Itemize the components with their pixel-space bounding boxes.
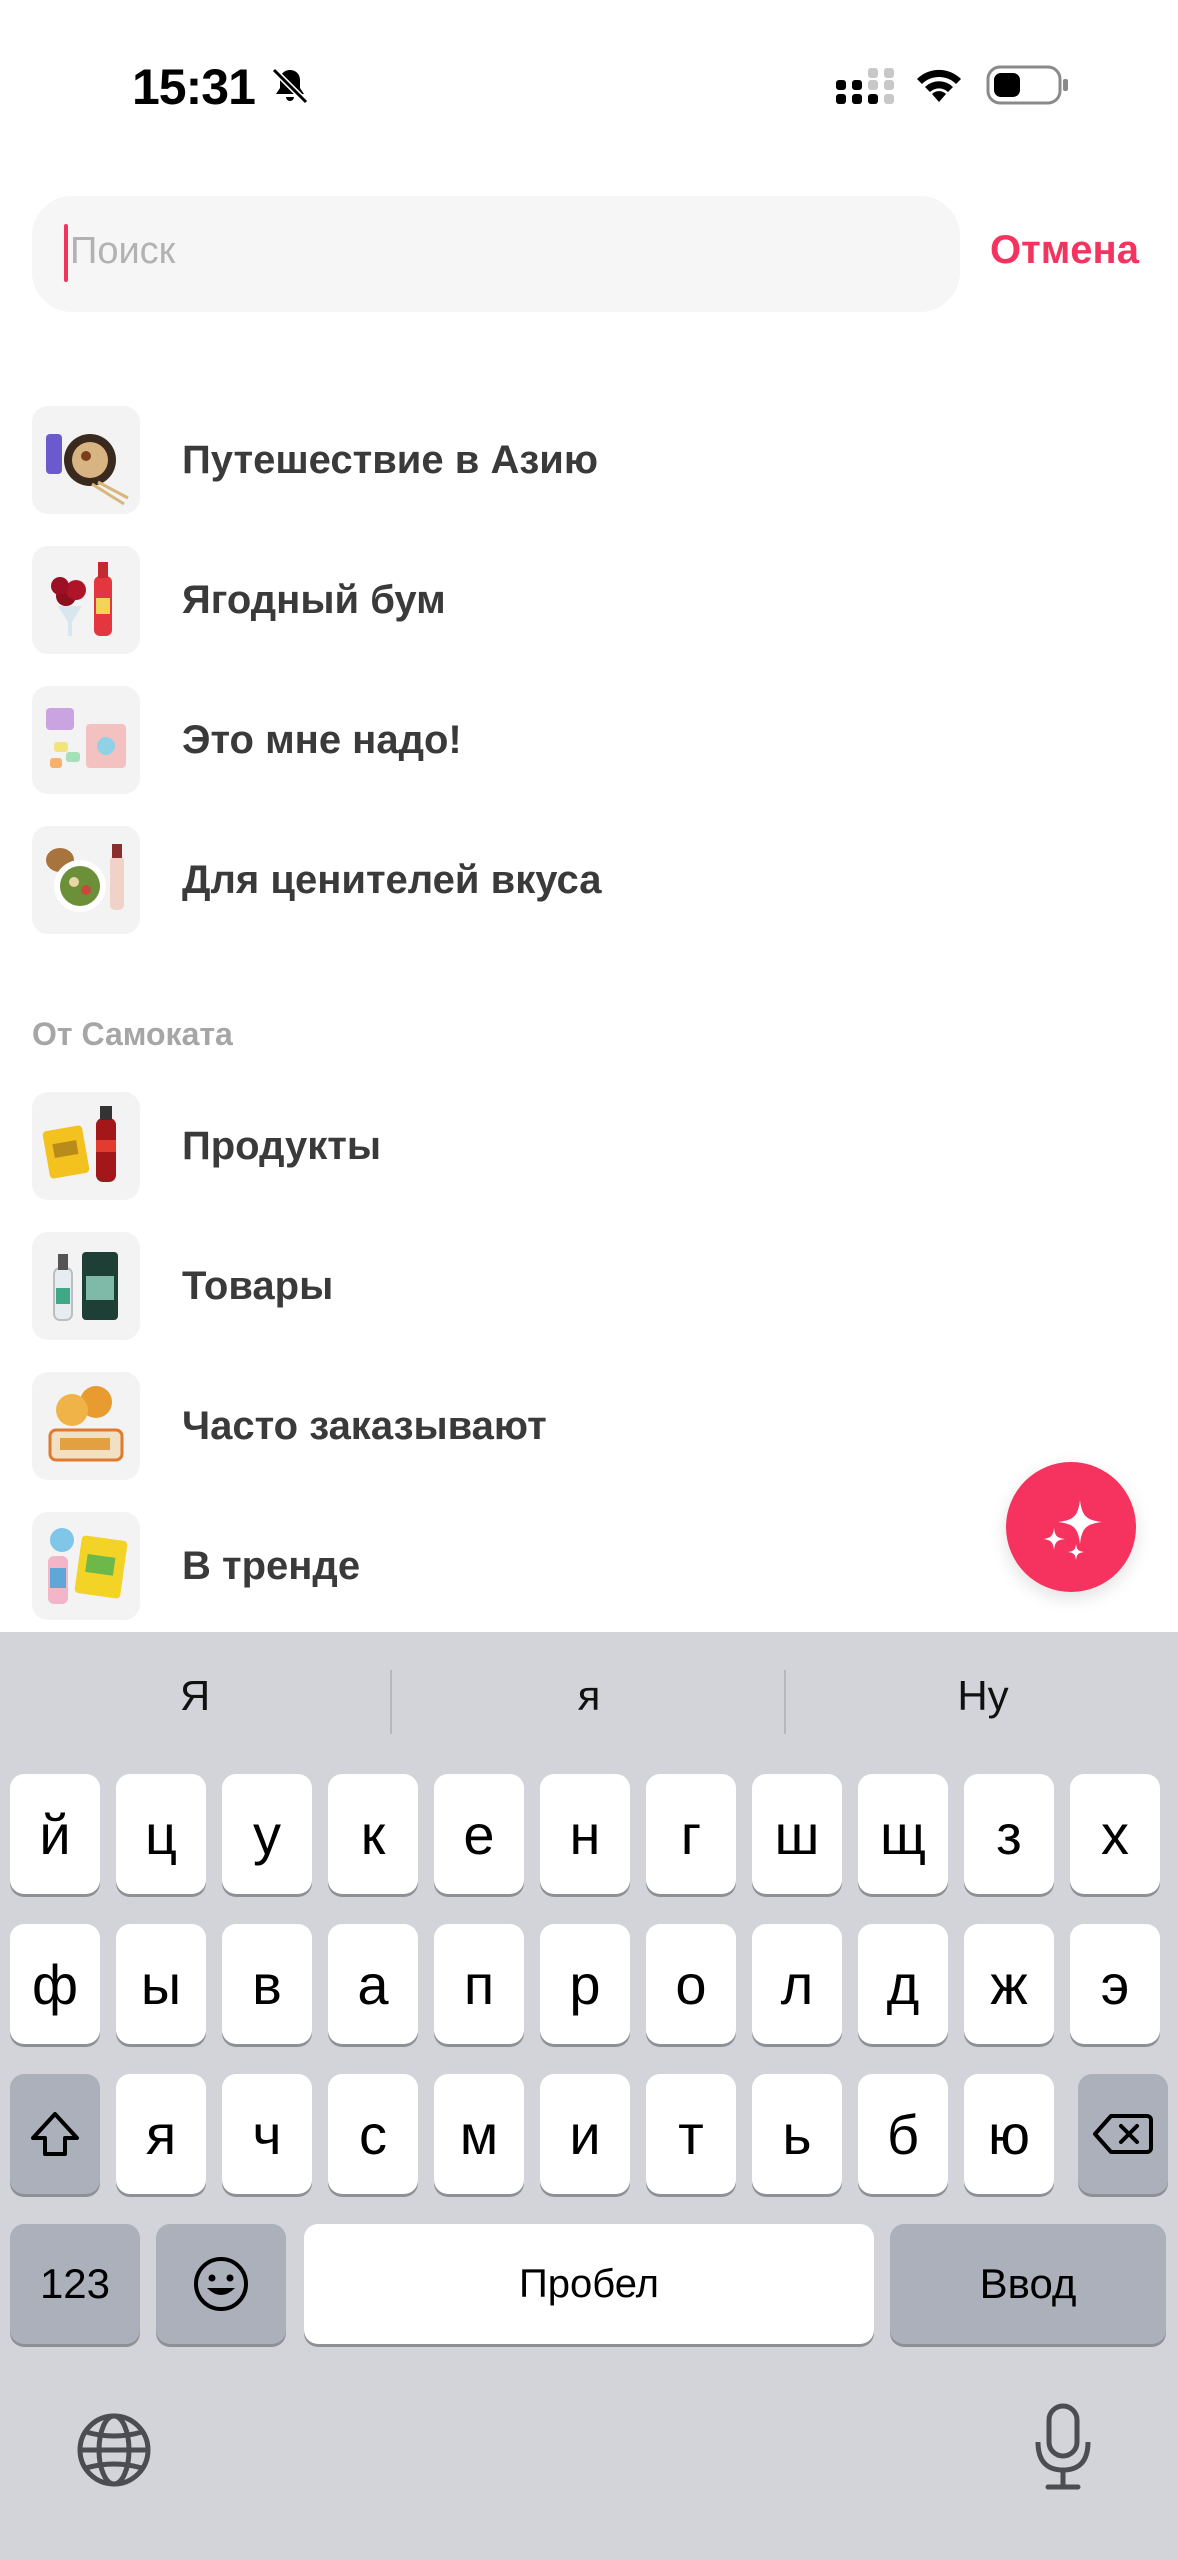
key[interactable]: б [858, 2074, 948, 2194]
sparkles-icon [1043, 1500, 1102, 1560]
globe-icon[interactable] [74, 2410, 154, 2490]
key[interactable]: х [1070, 1774, 1160, 1894]
list-item-label: Путешествие в Азию [182, 437, 598, 482]
trending-thumbnail [32, 1512, 140, 1620]
emoji-key[interactable] [156, 2224, 286, 2344]
search-placeholder: Поиск [70, 230, 176, 272]
microphone-icon[interactable] [1030, 2402, 1096, 2492]
cancel-button[interactable]: Отмена [990, 228, 1139, 273]
key[interactable]: з [964, 1774, 1054, 1894]
stationery-thumbnail [32, 686, 140, 794]
emoji-icon [194, 2257, 248, 2311]
backspace-icon [1093, 2114, 1153, 2154]
shift-icon [31, 2112, 79, 2156]
key[interactable]: с [328, 2074, 418, 2194]
numbers-key[interactable]: 123 [10, 2224, 140, 2344]
list-item-groceries[interactable]: Продукты [32, 1092, 1132, 1200]
list-item-label: Для ценителей вкуса [182, 857, 602, 902]
key[interactable]: ч [222, 2074, 312, 2194]
suggestion-3[interactable]: Ну [788, 1672, 1178, 1720]
popular-thumbnail [32, 1372, 140, 1480]
goods-thumbnail [32, 1232, 140, 1340]
suggestion-bar: Я я Ну [0, 1632, 1178, 1772]
key[interactable]: ь [752, 2074, 842, 2194]
list-item-trending[interactable]: В тренде [32, 1512, 1132, 1620]
key[interactable]: в [222, 1924, 312, 2044]
list-item-label: Часто заказывают [182, 1403, 547, 1448]
bell-muted-icon [271, 67, 309, 105]
key[interactable]: м [434, 2074, 524, 2194]
battery-icon [986, 65, 1068, 105]
key[interactable]: д [858, 1924, 948, 2044]
shift-key[interactable] [10, 2074, 100, 2194]
key[interactable]: а [328, 1924, 418, 2044]
section-header: От Самоката [32, 1016, 233, 1052]
suggestion-divider [390, 1670, 392, 1734]
key[interactable]: н [540, 1774, 630, 1894]
key[interactable]: ж [964, 1924, 1054, 2044]
list-item-label: Это мне надо! [182, 717, 462, 762]
list-item-popular[interactable]: Часто заказывают [32, 1372, 1132, 1480]
list-item-goods[interactable]: Товары [32, 1232, 1132, 1340]
list-item-label: Товары [182, 1263, 334, 1308]
list-item-berries[interactable]: Ягодный бум [32, 546, 1132, 654]
asia-food-thumbnail [32, 406, 140, 514]
key[interactable]: ю [964, 2074, 1054, 2194]
key[interactable]: е [434, 1774, 524, 1894]
space-key[interactable]: Пробел [304, 2224, 874, 2344]
groceries-thumbnail [32, 1092, 140, 1200]
key[interactable]: я [116, 2074, 206, 2194]
text-cursor [64, 224, 68, 282]
key[interactable]: щ [858, 1774, 948, 1894]
key[interactable]: ш [752, 1774, 842, 1894]
key[interactable]: и [540, 2074, 630, 2194]
suggestion-divider [784, 1670, 786, 1734]
list-item-label: Ягодный бум [182, 577, 446, 622]
wifi-icon [917, 69, 961, 102]
ai-assistant-button[interactable] [1006, 1462, 1136, 1592]
key[interactable]: у [222, 1774, 312, 1894]
list-item-asia[interactable]: Путешествие в Азию [32, 406, 1132, 514]
key[interactable]: ы [116, 1924, 206, 2044]
list-item-label: В тренде [182, 1543, 361, 1588]
key[interactable]: ц [116, 1774, 206, 1894]
list-item-need-it[interactable]: Это мне надо! [32, 686, 1132, 794]
key[interactable]: т [646, 2074, 736, 2194]
list-item-gourmet[interactable]: Для ценителей вкуса [32, 826, 1132, 934]
backspace-key[interactable] [1078, 2074, 1168, 2194]
suggestion-2[interactable]: я [394, 1672, 784, 1720]
status-bar: 15:31 [0, 0, 1178, 170]
berries-thumbnail [32, 546, 140, 654]
status-time: 15:31 [132, 59, 256, 115]
search-input[interactable]: Поиск [32, 196, 960, 312]
key[interactable]: г [646, 1774, 736, 1894]
cellular-signal-icon [836, 68, 894, 104]
list-item-label: Продукты [182, 1123, 381, 1168]
return-key[interactable]: Ввод [890, 2224, 1166, 2344]
key[interactable]: о [646, 1924, 736, 2044]
key[interactable]: э [1070, 1924, 1160, 2044]
key[interactable]: п [434, 1924, 524, 2044]
gourmet-thumbnail [32, 826, 140, 934]
key[interactable]: к [328, 1774, 418, 1894]
key[interactable]: р [540, 1924, 630, 2044]
keyboard: Я я Ну й ц у к е н г ш щ з х ф ы в а п р… [0, 1632, 1178, 2560]
suggestion-1[interactable]: Я [0, 1672, 390, 1720]
key[interactable]: ф [10, 1924, 100, 2044]
key[interactable]: л [752, 1924, 842, 2044]
key[interactable]: й [10, 1774, 100, 1894]
